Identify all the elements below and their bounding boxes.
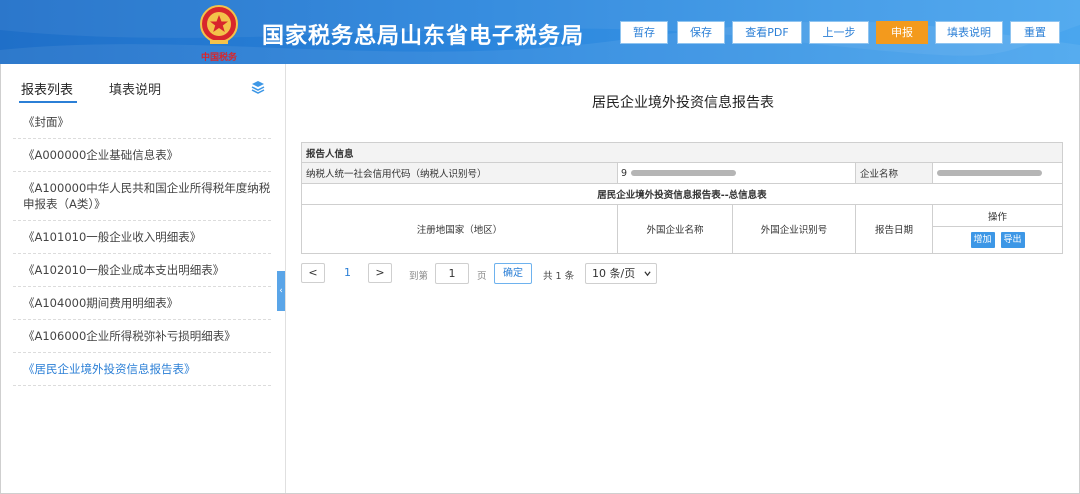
current-page-number[interactable]: 1 bbox=[344, 266, 351, 279]
sidebar-item-a106000[interactable]: 《A106000企业所得税弥补亏损明细表》 bbox=[13, 320, 271, 353]
redaction-bar bbox=[937, 170, 1042, 176]
company-name-label: 企业名称 bbox=[856, 163, 933, 183]
redaction-bar bbox=[631, 170, 737, 176]
pagination: < 1 > 到第 1 页 确定 共 1 条 10 条/页 bbox=[301, 263, 801, 285]
page-size-value: 10 条/页 bbox=[592, 267, 636, 280]
table-row: 报告人信息 bbox=[302, 143, 1062, 163]
report-table: 报告人信息 纳税人统一社会信用代码（纳税人识别号） 9 企业名称 居民企业境外投… bbox=[301, 142, 1063, 254]
column-header-report-date: 报告日期 bbox=[856, 205, 933, 253]
report-title: 居民企业境外投资信息报告表 bbox=[592, 95, 774, 111]
sidebar-item-a100000[interactable]: 《A100000中华人民共和国企业所得税年度纳税申报表（A类）》 bbox=[13, 172, 271, 221]
page-size-select[interactable]: 10 条/页 bbox=[585, 263, 657, 284]
sidebar-item-a104000[interactable]: 《A104000期间费用明细表》 bbox=[13, 287, 271, 320]
save-button[interactable]: 保存 bbox=[677, 21, 725, 44]
page-unit-label: 页 bbox=[477, 271, 487, 282]
active-tab-indicator bbox=[19, 101, 77, 103]
goto-page-input[interactable]: 1 bbox=[435, 263, 469, 284]
temp-save-button[interactable]: 暂存 bbox=[620, 21, 668, 44]
sidebar: 报表列表 填表说明 《封面》 《A000000企业基础信息表》 《A100000… bbox=[0, 64, 277, 494]
tab-report-list[interactable]: 报表列表 bbox=[21, 79, 73, 98]
chevron-down-icon bbox=[644, 271, 651, 277]
main-content: 居民企业境外投资信息报告表 报告人信息 纳税人统一社会信用代码（纳税人识别号） … bbox=[286, 64, 1080, 494]
sidebar-item-a000000[interactable]: 《A000000企业基础信息表》 bbox=[13, 139, 271, 172]
goto-confirm-button[interactable]: 确定 bbox=[494, 263, 532, 284]
taxpayer-id-field[interactable]: 9 bbox=[618, 163, 856, 183]
sidebar-item-a101010[interactable]: 《A101010一般企业收入明细表》 bbox=[13, 221, 271, 254]
view-pdf-button[interactable]: 查看PDF bbox=[732, 21, 802, 44]
report-list: 《封面》 《A000000企业基础信息表》 《A100000中华人民共和国企业所… bbox=[13, 106, 271, 386]
reset-button[interactable]: 重置 bbox=[1010, 21, 1060, 44]
sidebar-collapse-handle[interactable]: ‹ bbox=[277, 271, 285, 311]
table-header-row: 注册地国家（地区） 外国企业名称 外国企业识别号 报告日期 操作 增加 导出 bbox=[302, 205, 1062, 253]
sidebar-item-cover[interactable]: 《封面》 bbox=[13, 106, 271, 139]
next-page-button[interactable]: > bbox=[368, 263, 392, 283]
sidebar-item-a102010[interactable]: 《A102010一般企业成本支出明细表》 bbox=[13, 254, 271, 287]
column-header-actions: 操作 增加 导出 bbox=[933, 205, 1062, 253]
goto-page-label: 到第 bbox=[409, 271, 429, 282]
sidebar-tabs: 报表列表 填表说明 bbox=[1, 64, 278, 104]
export-button[interactable]: 导出 bbox=[1000, 232, 1025, 248]
summary-table-title: 居民企业境外投资信息报告表--总信息表 bbox=[597, 190, 767, 201]
column-header-foreign-name: 外国企业名称 bbox=[618, 205, 733, 253]
table-row: 居民企业境外投资信息报告表--总信息表 bbox=[302, 184, 1062, 205]
actions-buttons: 增加 导出 bbox=[933, 227, 1062, 253]
actions-label: 操作 bbox=[933, 205, 1062, 227]
submit-declaration-button[interactable]: 申报 bbox=[876, 21, 928, 44]
table-row: 纳税人统一社会信用代码（纳税人识别号） 9 企业名称 bbox=[302, 163, 1062, 184]
sidebar-item-overseas-investment[interactable]: 《居民企业境外投资信息报告表》 bbox=[13, 353, 271, 386]
taxpayer-id-value: 9 bbox=[621, 167, 628, 179]
reporter-section-label: 报告人信息 bbox=[306, 148, 354, 160]
column-header-foreign-id: 外国企业识别号 bbox=[733, 205, 856, 253]
fill-instructions-button[interactable]: 填表说明 bbox=[935, 21, 1003, 44]
total-count-label: 共 1 条 bbox=[543, 271, 575, 282]
app-title: 国家税务总局山东省电子税务局 bbox=[262, 24, 585, 49]
company-name-field[interactable] bbox=[933, 163, 1062, 183]
brand-subtitle: 中国税务 bbox=[200, 53, 237, 63]
add-row-button[interactable]: 增加 bbox=[970, 232, 995, 248]
taxpayer-id-label: 纳税人统一社会信用代码（纳税人识别号） bbox=[302, 163, 618, 183]
app-header: 中国税务 国家税务总局山东省电子税务局 暂存 保存 查看PDF 上一步 申报 填… bbox=[0, 0, 1080, 64]
column-header-country: 注册地国家（地区） bbox=[302, 205, 618, 253]
prev-page-button[interactable]: < bbox=[301, 263, 325, 283]
previous-step-button[interactable]: 上一步 bbox=[809, 21, 869, 44]
layers-icon[interactable] bbox=[251, 80, 265, 94]
tab-fill-instructions[interactable]: 填表说明 bbox=[109, 79, 161, 98]
